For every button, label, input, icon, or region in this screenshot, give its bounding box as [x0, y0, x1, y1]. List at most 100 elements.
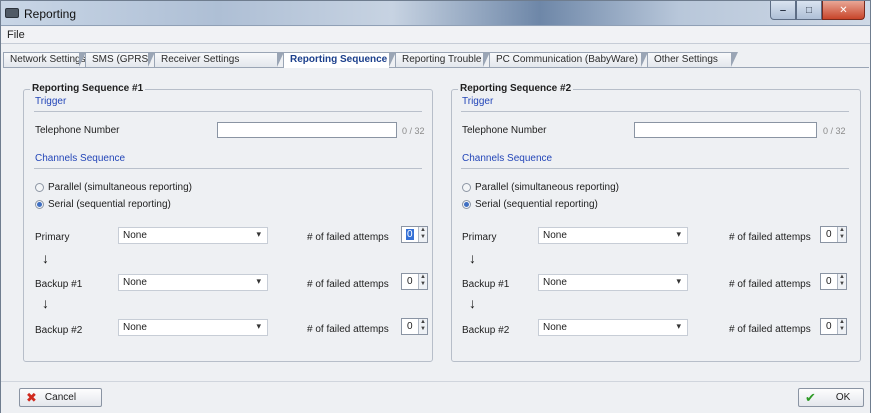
- backup-1-failed-attempts-spinner[interactable]: 0 ▲ ▼: [820, 273, 847, 290]
- parallel-radio[interactable]: [462, 183, 471, 192]
- select-value: None: [123, 322, 147, 333]
- telephone-number-input[interactable]: [217, 122, 397, 138]
- spin-down-icon[interactable]: ▼: [839, 281, 845, 287]
- serial-radio-option[interactable]: Serial (sequential reporting): [462, 199, 598, 210]
- select-value: None: [543, 277, 567, 288]
- spin-up-icon[interactable]: ▲: [839, 227, 845, 233]
- telephone-counter: 0 / 32: [402, 126, 425, 136]
- channels-separator: [461, 168, 849, 169]
- backup-2-failed-attempts-spinner[interactable]: 0 ▲ ▼: [401, 318, 428, 335]
- serial-label: Serial (sequential reporting): [48, 199, 171, 210]
- spinner-buttons[interactable]: ▲ ▼: [418, 274, 427, 289]
- maximize-icon: □: [805, 4, 813, 16]
- tab-network-settings[interactable]: Network Settings: [3, 52, 86, 67]
- primary-label: Primary: [35, 232, 70, 243]
- chevron-down-icon: ▾: [256, 276, 261, 286]
- check-icon: ✔: [805, 389, 816, 405]
- spin-down-icon[interactable]: ▼: [839, 234, 845, 240]
- spin-down-icon[interactable]: ▼: [420, 234, 426, 240]
- spin-down-icon[interactable]: ▼: [420, 326, 426, 332]
- maximize-button[interactable]: □: [796, 1, 822, 20]
- trigger-separator: [461, 111, 849, 112]
- select-value: None: [123, 230, 147, 241]
- spin-up-icon[interactable]: ▲: [839, 274, 845, 280]
- tab-divider: [3, 67, 869, 68]
- window-title: Reporting: [24, 7, 77, 21]
- backup-2-failed-attempts-spinner[interactable]: 0 ▲ ▼: [820, 318, 847, 335]
- failed-attempts-label: # of failed attemps: [729, 324, 811, 335]
- trigger-separator: [34, 111, 422, 112]
- tab-reporting-sequence[interactable]: Reporting Sequence: [283, 52, 396, 68]
- spin-down-icon[interactable]: ▼: [839, 326, 845, 332]
- serial-radio[interactable]: [462, 200, 471, 209]
- primary-channel-select[interactable]: None ▾: [118, 227, 268, 244]
- spin-down-icon[interactable]: ▼: [420, 281, 426, 287]
- close-icon: ✕: [839, 4, 848, 16]
- spinner-buttons[interactable]: ▲ ▼: [837, 227, 846, 242]
- backup-1-failed-attempts-spinner[interactable]: 0 ▲ ▼: [401, 273, 428, 290]
- spinner-buttons[interactable]: ▲ ▼: [418, 227, 427, 242]
- parallel-radio[interactable]: [35, 183, 44, 192]
- backup-1-channel-select[interactable]: None ▾: [538, 274, 688, 291]
- group-title: Reporting Sequence #2: [458, 83, 574, 94]
- spinner-buttons[interactable]: ▲ ▼: [837, 319, 846, 334]
- serial-label: Serial (sequential reporting): [475, 199, 598, 210]
- tab-sms-gprs[interactable]: SMS (GPRS): [85, 52, 155, 67]
- minimize-icon: ‒: [780, 4, 786, 16]
- cancel-button[interactable]: ✖ Cancel: [19, 388, 102, 407]
- parallel-radio-option[interactable]: Parallel (simultaneous reporting): [462, 182, 619, 193]
- backup-2-label: Backup #2: [462, 325, 510, 336]
- spin-up-icon[interactable]: ▲: [420, 274, 426, 280]
- menu-file[interactable]: File: [7, 29, 25, 41]
- serial-radio-option[interactable]: Serial (sequential reporting): [35, 199, 171, 210]
- channels-separator: [34, 168, 422, 169]
- primary-failed-attempts-spinner[interactable]: 0 ▲ ▼: [820, 226, 847, 243]
- app-icon: [5, 8, 19, 18]
- spinner-value: 0: [406, 229, 414, 240]
- primary-failed-attempts-spinner[interactable]: 0 ▲ ▼: [401, 226, 428, 243]
- minimize-button[interactable]: ‒: [770, 1, 796, 20]
- tab-label: Network Settings: [10, 54, 86, 65]
- parallel-radio-option[interactable]: Parallel (simultaneous reporting): [35, 182, 192, 193]
- spinner-value: 0: [407, 321, 413, 332]
- channels-sequence-label: Channels Sequence: [35, 153, 126, 164]
- failed-attempts-label: # of failed attemps: [307, 279, 389, 290]
- tab-receiver-settings[interactable]: Receiver Settings: [154, 52, 284, 67]
- tab-label: Reporting Sequence: [290, 54, 388, 65]
- serial-radio[interactable]: [35, 200, 44, 209]
- chevron-down-icon: ▾: [676, 229, 681, 239]
- spin-up-icon[interactable]: ▲: [420, 319, 426, 325]
- tab-pc-communication[interactable]: PC Communication (BabyWare): [489, 52, 648, 67]
- arrow-down-icon: ↓: [469, 295, 476, 311]
- select-value: None: [543, 322, 567, 333]
- spinner-buttons[interactable]: ▲ ▼: [837, 274, 846, 289]
- reporting-sequence-1-group: Reporting Sequence #1 Trigger Telephone …: [23, 83, 433, 362]
- failed-attempts-label: # of failed attemps: [729, 232, 811, 243]
- ok-button[interactable]: ✔ OK: [798, 388, 864, 407]
- failed-attempts-label: # of failed attemps: [307, 324, 389, 335]
- spin-up-icon[interactable]: ▲: [839, 319, 845, 325]
- backup-2-label: Backup #2: [35, 325, 83, 336]
- menu-bar: File: [1, 27, 870, 44]
- spinner-buttons[interactable]: ▲ ▼: [418, 319, 427, 334]
- arrow-down-icon: ↓: [42, 250, 49, 266]
- backup-2-channel-select[interactable]: None ▾: [118, 319, 268, 336]
- backup-1-channel-select[interactable]: None ▾: [118, 274, 268, 291]
- reporting-window: Reporting ‒ □ ✕ File Network Settings SM…: [0, 0, 871, 413]
- close-button[interactable]: ✕: [822, 1, 865, 20]
- spinner-value: 0: [826, 321, 832, 332]
- parallel-label: Parallel (simultaneous reporting): [48, 182, 192, 193]
- failed-attempts-label: # of failed attemps: [729, 279, 811, 290]
- trigger-label: Trigger: [462, 96, 494, 107]
- ok-label: OK: [835, 392, 851, 403]
- telephone-number-input[interactable]: [634, 122, 817, 138]
- tab-other-settings[interactable]: Other Settings: [647, 52, 738, 67]
- backup-1-label: Backup #1: [35, 279, 83, 290]
- spin-up-icon[interactable]: ▲: [420, 227, 426, 233]
- arrow-down-icon: ↓: [469, 250, 476, 266]
- primary-channel-select[interactable]: None ▾: [538, 227, 688, 244]
- chevron-down-icon: ▾: [256, 321, 261, 331]
- title-bar[interactable]: Reporting ‒ □ ✕: [1, 1, 870, 26]
- tab-reporting-trouble[interactable]: Reporting Trouble: [395, 52, 490, 67]
- backup-2-channel-select[interactable]: None ▾: [538, 319, 688, 336]
